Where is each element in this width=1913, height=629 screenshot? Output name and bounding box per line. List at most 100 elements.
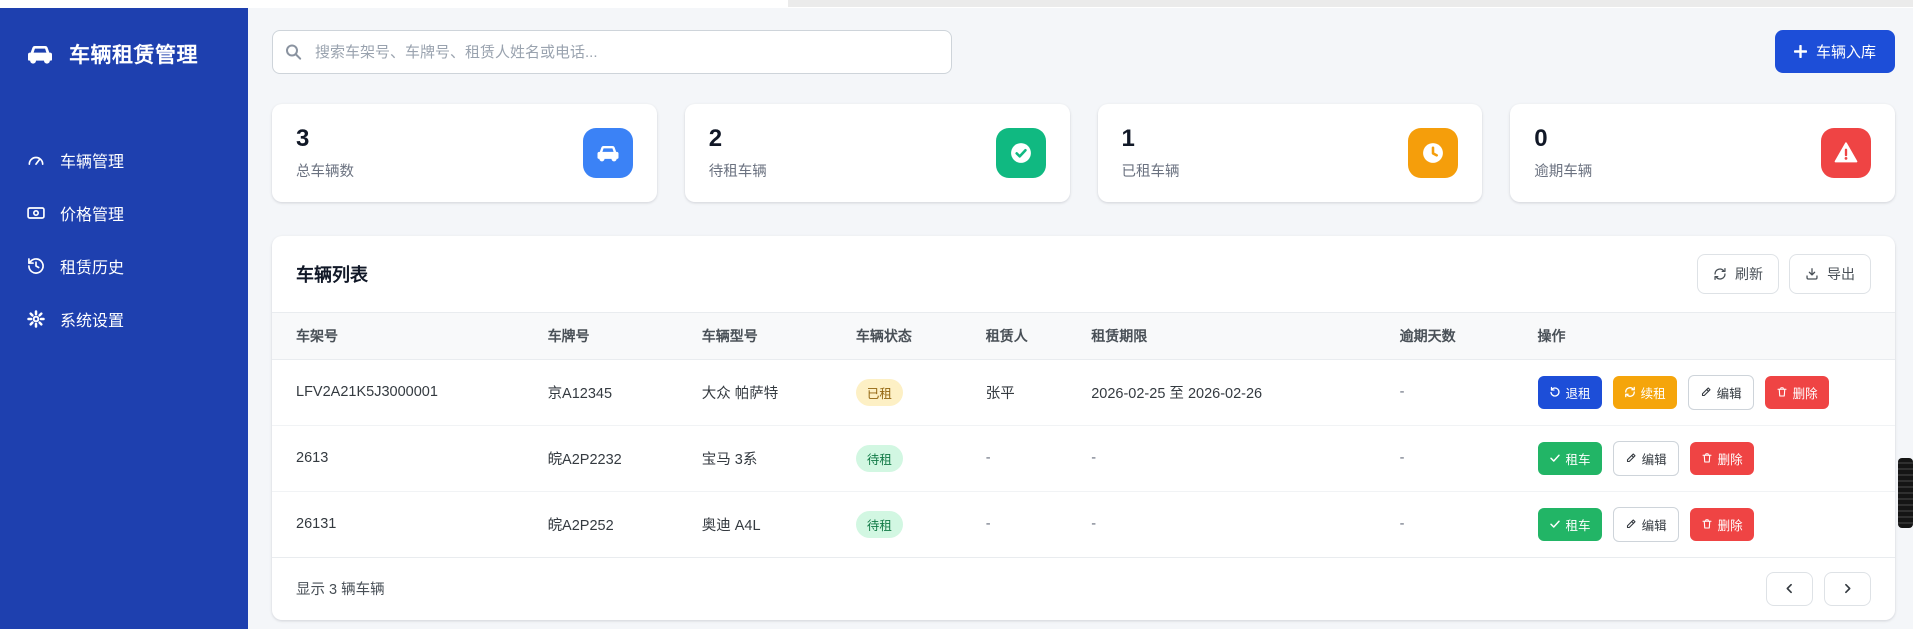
vehicle-table: 车架号 车牌号 车辆型号 车辆状态 租赁人 租赁期限 逾期天数 操作 LFV2A…	[272, 312, 1895, 557]
row-count-summary: 显示 3 辆车辆	[296, 578, 385, 599]
refresh-button[interactable]: 刷新	[1697, 254, 1779, 294]
sidebar-menu: 车辆管理 价格管理 租赁历史 系统设置	[0, 136, 248, 343]
sidebar: 车辆租赁管理 车辆管理 价格管理 租赁历史	[0, 8, 248, 629]
pagination	[1766, 572, 1871, 606]
stat-value: 0	[1534, 125, 1592, 153]
column-header-actions: 操作	[1514, 312, 1895, 359]
edit-label: 编辑	[1642, 449, 1667, 468]
column-header-plate: 车牌号	[524, 312, 678, 359]
cell-renter: 张平	[962, 359, 1067, 425]
trash-icon	[1701, 518, 1713, 530]
stat-label: 待租车辆	[709, 160, 767, 181]
edit-button[interactable]: 编辑	[1613, 507, 1679, 542]
cell-period: -	[1067, 491, 1375, 557]
column-header-status: 车辆状态	[832, 312, 962, 359]
sidebar-item-rental-history[interactable]: 租赁历史	[0, 242, 248, 290]
cell-plate: 京A12345	[524, 359, 678, 425]
delete-label: 删除	[1718, 449, 1743, 468]
status-badge: 待租	[856, 445, 903, 472]
edit-button[interactable]: 编辑	[1613, 441, 1679, 476]
vehicle-list-panel: 车辆列表 刷新 导出	[272, 236, 1895, 620]
cell-status: 待租	[832, 425, 962, 491]
stat-label: 已租车辆	[1122, 160, 1180, 181]
panel-title: 车辆列表	[296, 261, 368, 287]
download-icon	[1805, 267, 1819, 281]
brand: 车辆租赁管理	[0, 30, 248, 70]
search-box	[272, 30, 952, 74]
stat-label: 总车辆数	[296, 160, 354, 181]
car-logo-icon	[24, 38, 56, 70]
delete-button[interactable]: 删除	[1690, 508, 1754, 541]
chevron-right-icon	[1841, 582, 1854, 595]
banknote-icon	[26, 203, 46, 223]
sidebar-item-label: 系统设置	[60, 307, 124, 331]
refresh-label: 刷新	[1735, 264, 1763, 284]
cell-plate: 皖A2P2232	[524, 425, 678, 491]
rent-button[interactable]: 租车	[1538, 508, 1602, 541]
stats-row: 3 总车辆数 2 待租车辆 1 已租车辆	[272, 104, 1895, 202]
stat-value: 3	[296, 125, 354, 153]
cell-status: 已租	[832, 359, 962, 425]
plus-icon	[1794, 45, 1807, 58]
stat-card-rented: 1 已租车辆	[1098, 104, 1483, 202]
pencil-icon	[1625, 518, 1637, 530]
return-button[interactable]: 退租	[1538, 376, 1602, 409]
delete-button[interactable]: 删除	[1690, 442, 1754, 475]
cell-actions: 退租 续租 编辑 删除	[1514, 359, 1895, 425]
gear-icon	[26, 309, 46, 329]
clock-icon	[1408, 128, 1458, 178]
cell-overdue: -	[1376, 359, 1514, 425]
add-vehicle-label: 车辆入库	[1816, 41, 1876, 62]
export-button[interactable]: 导出	[1789, 254, 1871, 294]
edit-button[interactable]: 编辑	[1688, 375, 1754, 410]
vertical-scrollbar-thumb[interactable]	[1898, 458, 1913, 528]
trash-icon	[1776, 386, 1788, 398]
rent-label: 租车	[1566, 515, 1591, 534]
undo-icon	[1549, 386, 1561, 398]
renew-button[interactable]: 续租	[1613, 376, 1677, 409]
next-page-button[interactable]	[1824, 572, 1871, 606]
status-badge: 已租	[856, 379, 903, 406]
trash-icon	[1701, 452, 1713, 464]
column-header-overdue: 逾期天数	[1376, 312, 1514, 359]
pencil-icon	[1625, 452, 1637, 464]
cell-model: 大众 帕萨特	[678, 359, 832, 425]
panel-actions: 刷新 导出	[1697, 254, 1871, 294]
edit-label: 编辑	[1717, 383, 1742, 402]
cell-vin: 26131	[272, 491, 524, 557]
check-circle-icon	[996, 128, 1046, 178]
stat-value: 2	[709, 125, 767, 153]
history-icon	[26, 256, 46, 276]
stat-card-total: 3 总车辆数	[272, 104, 657, 202]
check-icon	[1549, 452, 1561, 464]
column-header-period: 租赁期限	[1067, 312, 1375, 359]
add-vehicle-button[interactable]: 车辆入库	[1775, 30, 1895, 73]
delete-button[interactable]: 删除	[1765, 376, 1829, 409]
sidebar-item-price-management[interactable]: 价格管理	[0, 189, 248, 237]
cell-model: 奥迪 A4L	[678, 491, 832, 557]
rent-button[interactable]: 租车	[1538, 442, 1602, 475]
delete-label: 删除	[1793, 383, 1818, 402]
rent-label: 租车	[1566, 449, 1591, 468]
stat-card-overdue: 0 逾期车辆	[1510, 104, 1895, 202]
table-row: 26131 皖A2P252 奥迪 A4L 待租 - - - 租车	[272, 491, 1895, 557]
cell-plate: 皖A2P252	[524, 491, 678, 557]
panel-header: 车辆列表 刷新 导出	[272, 236, 1895, 312]
cell-period: -	[1067, 425, 1375, 491]
cell-overdue: -	[1376, 425, 1514, 491]
table-footer: 显示 3 辆车辆	[272, 557, 1895, 620]
cell-vin: LFV2A21K5J3000001	[272, 359, 524, 425]
table-row: 2613 皖A2P2232 宝马 3系 待租 - - - 租车	[272, 425, 1895, 491]
pencil-icon	[1700, 386, 1712, 398]
sidebar-item-system-settings[interactable]: 系统设置	[0, 295, 248, 343]
search-input[interactable]	[272, 30, 952, 74]
window-top-strip	[0, 0, 1913, 8]
table-header-row: 车架号 车牌号 车辆型号 车辆状态 租赁人 租赁期限 逾期天数 操作	[272, 312, 1895, 359]
sidebar-item-vehicle-management[interactable]: 车辆管理	[0, 136, 248, 184]
edit-label: 编辑	[1642, 515, 1667, 534]
cell-actions: 租车 编辑 删除	[1514, 425, 1895, 491]
prev-page-button[interactable]	[1766, 572, 1813, 606]
search-icon	[285, 44, 302, 61]
sidebar-item-label: 租赁历史	[60, 254, 124, 278]
check-icon	[1549, 518, 1561, 530]
